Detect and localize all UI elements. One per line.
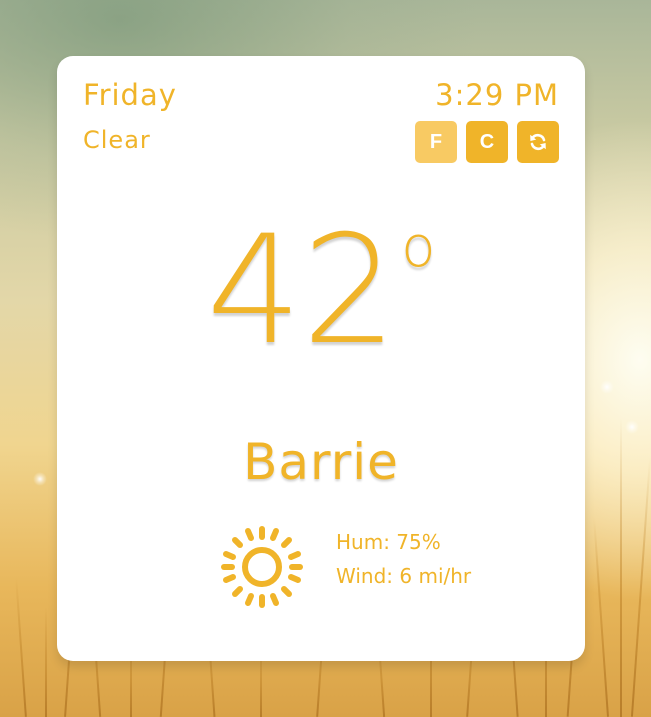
sun-icon <box>221 526 303 608</box>
humidity-value: 75% <box>396 530 441 554</box>
light-sparkle <box>625 420 639 434</box>
humidity-label: Hum: <box>336 530 390 554</box>
temperature-value: 42 <box>206 204 398 378</box>
wind-value: 6 mi/hr <box>399 564 472 588</box>
wheat-stalk <box>15 577 27 717</box>
fahrenheit-button[interactable]: F <box>415 121 457 163</box>
light-sparkle <box>33 472 47 486</box>
refresh-button[interactable] <box>517 121 559 163</box>
refresh-icon <box>530 134 546 150</box>
wheat-stalk <box>45 607 47 717</box>
celsius-button[interactable]: C <box>466 121 508 163</box>
degree-symbol: o <box>401 215 436 280</box>
wind-label: Wind: <box>336 564 394 588</box>
time-label: 3:29 PM <box>435 78 559 112</box>
wheat-stalk <box>620 417 622 717</box>
wheat-stalk <box>593 517 609 717</box>
condition-label: Clear <box>83 126 151 154</box>
weather-card: Friday Clear 3:29 PM F C 42o Barrie Hum:… <box>57 56 585 661</box>
temperature-display: 42o <box>57 216 585 366</box>
day-label: Friday <box>83 78 177 112</box>
wheat-stalk <box>630 457 651 717</box>
humidity-row: Hum: 75% <box>336 528 441 556</box>
city-name: Barrie <box>243 433 399 491</box>
light-sparkle <box>600 380 614 394</box>
wind-row: Wind: 6 mi/hr <box>336 562 471 590</box>
